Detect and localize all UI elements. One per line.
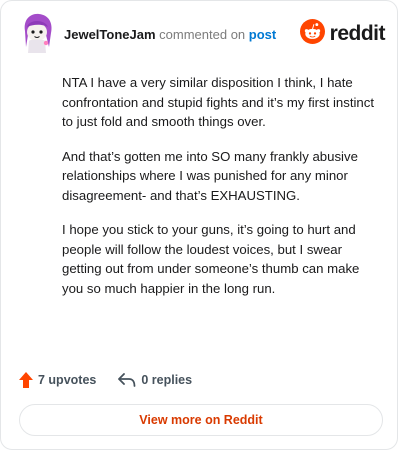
- comment-embed-card: JewelToneJam commented on post reddit NT…: [0, 0, 398, 450]
- view-more-button[interactable]: View more on Reddit: [19, 404, 383, 436]
- reply-button[interactable]: 0 replies: [118, 373, 192, 387]
- reply-count: 0 replies: [141, 373, 193, 387]
- comment-paragraph: NTA I have a very similar disposition I …: [62, 75, 375, 129]
- reply-arrow-icon: [118, 373, 141, 387]
- comment-meta: JewelToneJam commented on post: [64, 27, 276, 42]
- comment-actions: 7 upvotes 0 replies: [19, 370, 192, 390]
- comment-header: JewelToneJam commented on post reddit: [19, 13, 386, 53]
- avatar[interactable]: [19, 13, 55, 53]
- comment-body: NTA I have a very similar disposition I …: [62, 73, 380, 313]
- commented-on-text: commented on: [159, 27, 246, 42]
- comment-paragraph: And that’s gotten me into SO many frankl…: [62, 148, 358, 203]
- author-name[interactable]: JewelToneJam: [64, 27, 156, 42]
- upvote-button[interactable]: 7 upvotes: [19, 372, 96, 388]
- reddit-wordmark: reddit: [329, 22, 386, 45]
- brand-logo[interactable]: reddit: [299, 19, 386, 49]
- reddit-logo-icon: [299, 19, 325, 49]
- post-link[interactable]: post: [249, 27, 276, 42]
- upvote-arrow-icon: [19, 372, 38, 388]
- comment-paragraph: I hope you stick to your guns, it’s goin…: [62, 222, 360, 296]
- upvote-count: 7 upvotes: [38, 373, 97, 387]
